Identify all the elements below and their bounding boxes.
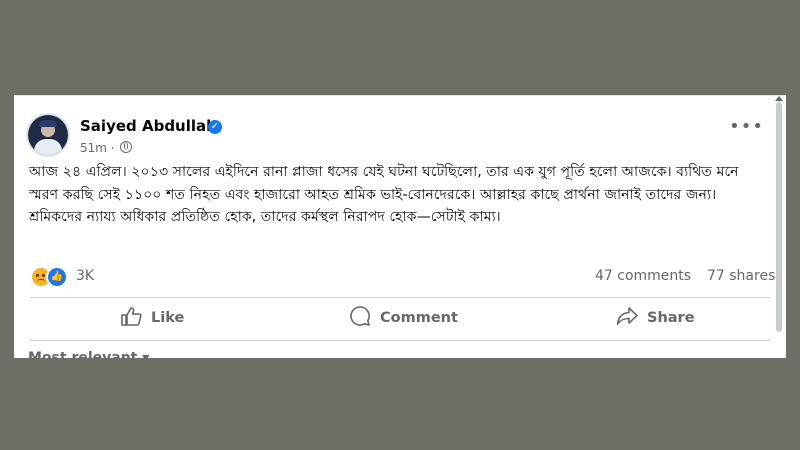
shares-count-link[interactable]: 77 shares	[707, 268, 775, 284]
comments-filter-dropdown[interactable]: Most relevant ▾	[28, 350, 149, 358]
comments-count-link[interactable]: 47 comments	[595, 268, 691, 284]
facebook-post-card: Saiyed Abdullah ✓ 51m · ••• আজ ২৪ এপ্রিল…	[14, 95, 786, 358]
avatar-shirt	[34, 139, 62, 155]
like-button[interactable]: Like	[120, 305, 184, 331]
globe-icon	[120, 141, 133, 153]
post-meta: 51m ·	[80, 141, 133, 155]
like-label: Like	[151, 310, 185, 326]
share-label: Share	[647, 310, 695, 326]
like-reaction-icon: 👍	[46, 266, 68, 288]
share-button[interactable]: Share	[616, 305, 695, 331]
post-text: আজ ২৪ এপ্রিল। ২০১৩ সালের এইদিনে রানা প্ল…	[29, 164, 739, 225]
post-time[interactable]: 51m ·	[80, 141, 115, 155]
divider-bottom	[30, 340, 770, 341]
comment-button[interactable]: Comment	[349, 305, 458, 331]
scrollbar[interactable]	[776, 102, 782, 332]
author-name[interactable]: Saiyed Abdullah	[80, 117, 217, 135]
more-options-ellipsis-icon[interactable]: •••	[729, 118, 764, 136]
verified-badge-icon: ✓	[208, 120, 222, 134]
reaction-count[interactable]: 3K	[76, 268, 94, 284]
divider-top	[30, 297, 770, 298]
thumbs-up-icon	[120, 306, 142, 330]
avatar-cap	[39, 120, 57, 127]
avatar[interactable]	[28, 115, 68, 155]
comment-bubble-icon	[349, 305, 371, 331]
comment-label: Comment	[380, 310, 458, 326]
share-arrow-icon	[616, 306, 638, 330]
scroll-up-arrow[interactable]	[775, 96, 783, 101]
